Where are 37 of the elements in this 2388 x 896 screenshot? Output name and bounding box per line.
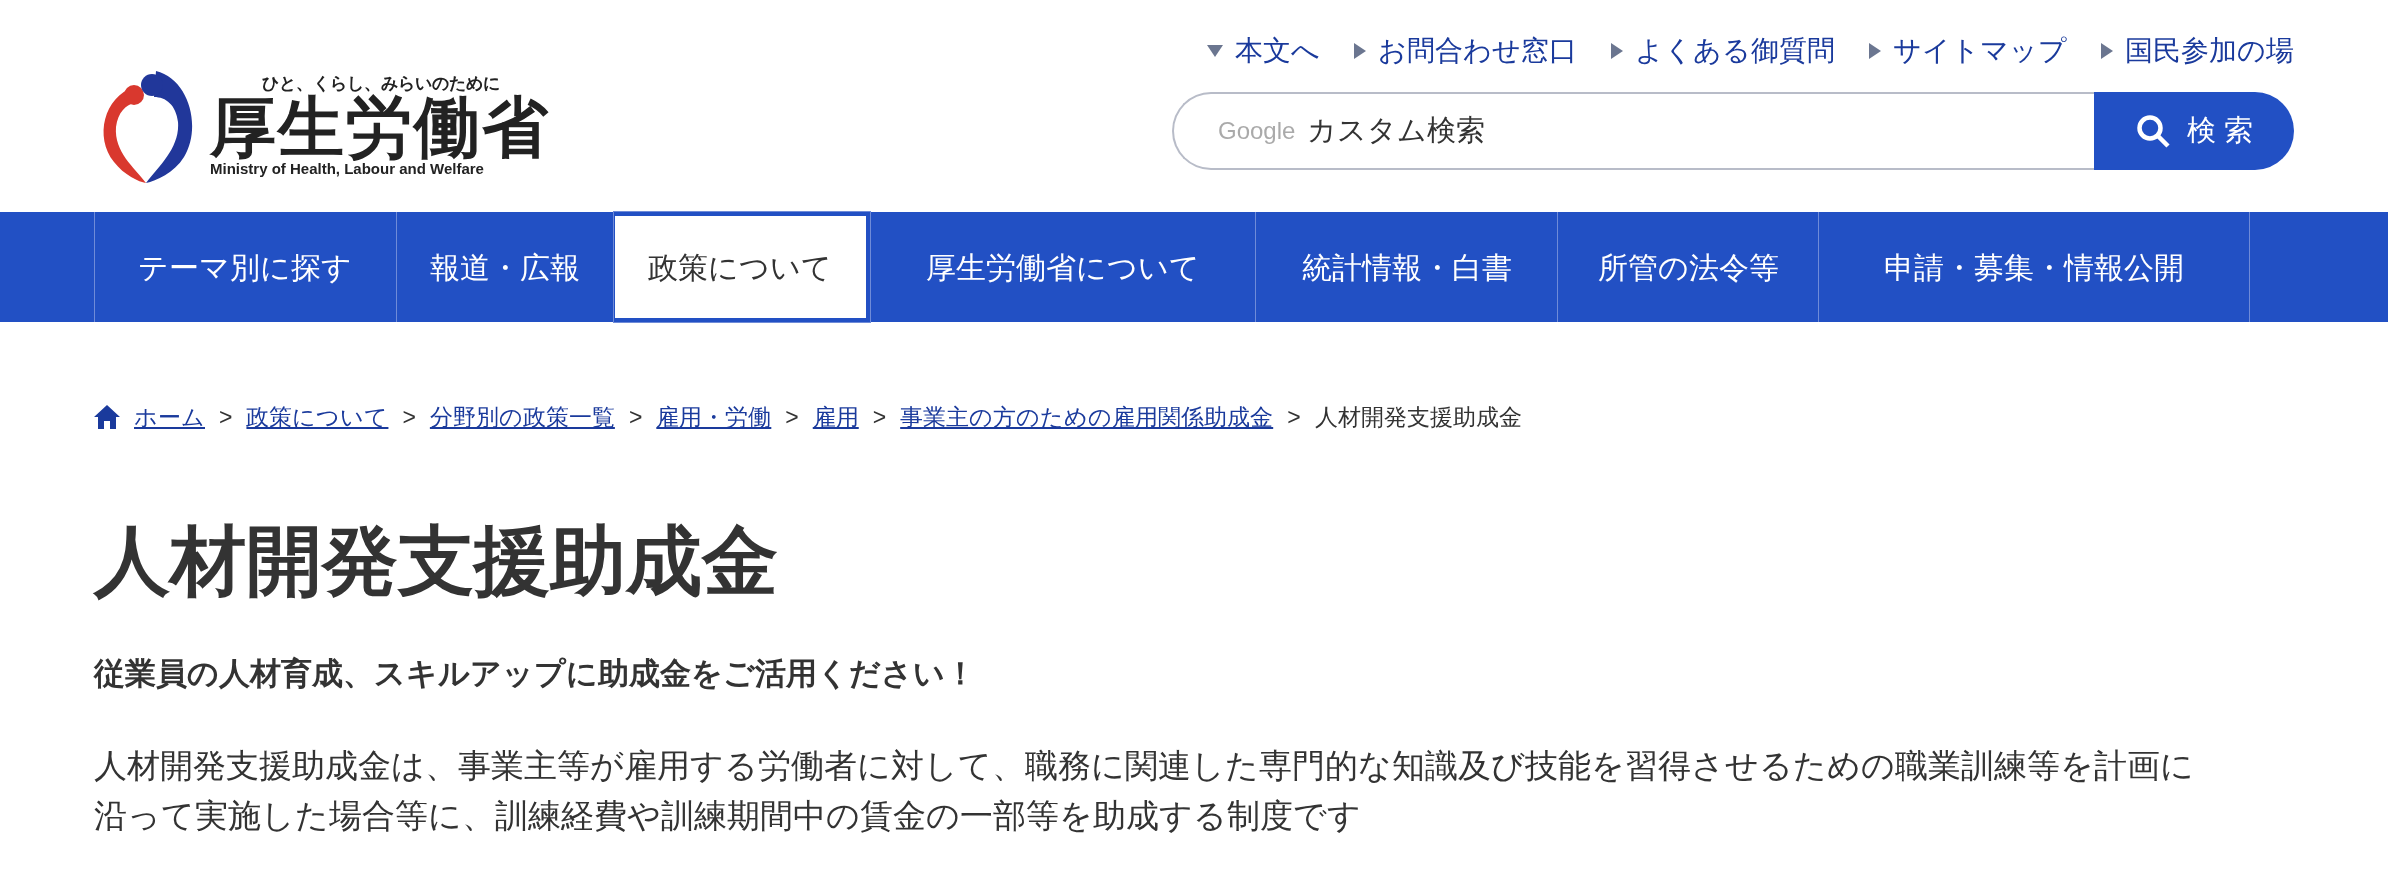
caret-right-icon (1354, 43, 1366, 59)
breadcrumb-link[interactable]: 雇用・労働 (656, 400, 772, 435)
page-title: 人材開発支援助成金 (94, 522, 779, 599)
breadcrumb-separator: > (402, 403, 416, 432)
search-button[interactable]: 検 索 (2094, 92, 2294, 170)
search-field[interactable]: カスタム検索 (1307, 109, 2094, 153)
google-brand: Google (1218, 116, 1296, 146)
breadcrumb-separator: > (785, 403, 799, 432)
logo-subtitle: Ministry of Health, Labour and Welfare (210, 160, 485, 179)
breadcrumb-link[interactable]: ホーム (134, 400, 205, 435)
link-label[interactable]: 本文へ (1235, 30, 1320, 72)
breadcrumb-link[interactable]: 雇用 (812, 400, 859, 435)
breadcrumb-separator: > (219, 403, 233, 432)
breadcrumb-link[interactable]: 事業主の方のための雇用関係助成金 (900, 400, 1274, 435)
breadcrumb-separator: > (1287, 403, 1301, 432)
home-icon[interactable] (94, 405, 120, 430)
search-icon (2134, 113, 2171, 149)
logo-title: 厚生労働省 (210, 94, 550, 161)
utility-link[interactable]: 本文へ (1207, 30, 1320, 72)
breadcrumb-current: 人材開発支援助成金 (1314, 403, 1522, 432)
lead-text: 従業員の人材育成、スキルアップに助成金をご活用ください！ (94, 654, 977, 693)
nav-tab[interactable]: 所管の法令等 (1557, 212, 1819, 322)
nav-tab[interactable]: テーマ別に探す (94, 212, 396, 322)
nav-tab[interactable]: 政策について (613, 212, 870, 322)
nav-tab[interactable]: 申請・募集・情報公開 (1818, 212, 2249, 322)
caret-down-icon (1207, 45, 1223, 57)
caret-right-icon (1869, 43, 1881, 59)
body-paragraph: 人材開発支援助成金は、事業主等が雇用する労働者に対して、職務に関連した専門的な知識及び技能を習得させるための職業訓練等を計画に沿って実施した場合等に、訓練経費や訓練期間中の賃金の一部等を助成する制度です (94, 746, 2195, 836)
logo-tagline: ひと、くらし、みらいのために (261, 73, 501, 94)
breadcrumb-link[interactable]: 分野別の政策一覧 (429, 400, 615, 435)
breadcrumb-link[interactable]: 政策について (246, 400, 389, 435)
breadcrumb-separator: > (628, 403, 643, 432)
caret-right-icon (2101, 43, 2113, 59)
breadcrumb-separator: > (872, 403, 887, 432)
nav-tab[interactable]: 厚生労働省について (869, 212, 1256, 322)
nav-tab[interactable]: 統計情報・白書 (1255, 212, 1558, 322)
caret-right-icon (1611, 43, 1623, 59)
